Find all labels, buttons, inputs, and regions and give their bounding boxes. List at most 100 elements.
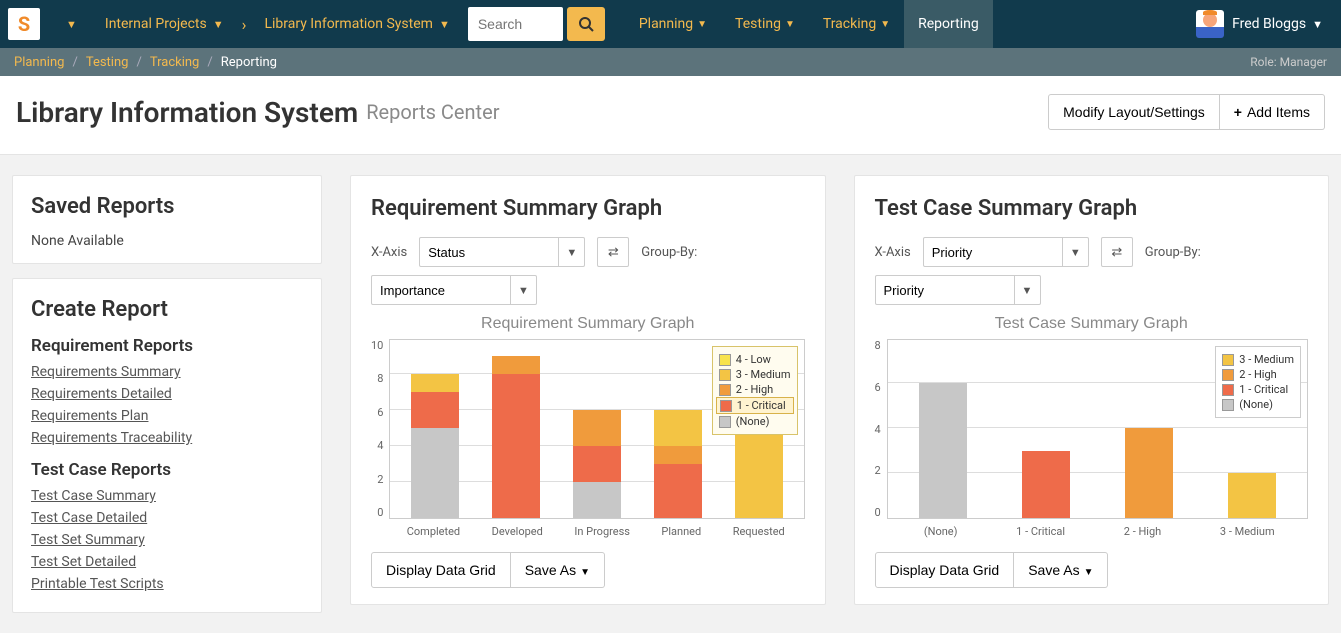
bar-segment — [1022, 451, 1070, 519]
display-data-grid-button[interactable]: Display Data Grid — [875, 552, 1015, 588]
bar-segment — [654, 464, 702, 518]
xtick: Developed — [492, 525, 543, 538]
display-data-grid-button[interactable]: Display Data Grid — [371, 552, 511, 588]
bar-segment — [654, 410, 702, 446]
breadcrumb-link[interactable]: Planning — [14, 55, 64, 70]
chart-panel-title: Test Case Summary Graph — [875, 196, 1309, 221]
modify-layout-button[interactable]: Modify Layout/Settings — [1048, 94, 1220, 130]
groupby-select[interactable] — [875, 275, 1015, 305]
xtick: In Progress — [574, 525, 630, 538]
app-logo[interactable]: S — [8, 8, 40, 40]
chart-title: Test Case Summary Graph — [875, 315, 1309, 333]
xtick: (None) — [924, 525, 958, 538]
bar-column — [492, 356, 540, 518]
chart-panel-title: Requirement Summary Graph — [371, 196, 805, 221]
ytick: 2 — [371, 473, 383, 486]
ytick: 6 — [371, 406, 383, 419]
ytick: 6 — [875, 381, 881, 394]
chart-panel: Test Case Summary GraphX-Axis▼⇄Group-By:… — [854, 175, 1330, 605]
search-icon — [578, 16, 594, 32]
bar-column — [411, 374, 459, 518]
swap-axis-button[interactable]: ⇄ — [597, 237, 629, 267]
report-link[interactable]: Test Case Summary — [31, 488, 303, 504]
bar-segment — [492, 374, 540, 518]
nav-reporting[interactable]: Reporting — [904, 0, 993, 48]
chevron-down-icon[interactable]: ▼ — [559, 237, 585, 267]
bar-segment — [573, 446, 621, 482]
ytick: 2 — [875, 464, 881, 477]
report-section-heading: Requirement Reports — [31, 336, 303, 356]
search-button[interactable] — [567, 7, 605, 41]
report-link[interactable]: Test Case Detailed — [31, 510, 303, 526]
report-link[interactable]: Requirements Traceability — [31, 430, 303, 446]
xtick: Completed — [407, 525, 460, 538]
chart-panel: Requirement Summary Graph X-Axis ▼ ⇄ Group-B… — [350, 175, 826, 605]
top-navbar: S ▼ Internal Projects▼ › Library Informa… — [0, 0, 1341, 48]
groupby-select[interactable] — [371, 275, 511, 305]
xaxis-label: X-Axis — [875, 245, 911, 260]
swap-axis-button[interactable]: ⇄ — [1101, 237, 1133, 267]
ytick: 0 — [875, 506, 881, 519]
bar-segment — [573, 482, 621, 518]
xtick: 3 - Medium — [1220, 525, 1275, 538]
breadcrumb-link[interactable]: Tracking — [150, 55, 200, 70]
report-link[interactable]: Printable Test Scripts — [31, 576, 303, 592]
chart-plot: 4 - Low3 - Medium2 - High1 - Critical(No… — [389, 339, 804, 519]
bar-column — [654, 410, 702, 518]
project-switcher[interactable]: Library Information System▼ — [250, 0, 463, 48]
saved-reports-title: Saved Reports — [31, 194, 303, 219]
report-link[interactable]: Requirements Summary — [31, 364, 303, 380]
avatar — [1196, 10, 1224, 38]
save-as-button[interactable]: Save As▼ — [511, 552, 605, 588]
breadcrumb-link[interactable]: Testing — [86, 55, 129, 70]
user-menu[interactable]: Fred Bloggs▼ — [1196, 10, 1333, 38]
report-link[interactable]: Requirements Detailed — [31, 386, 303, 402]
bar-column — [573, 410, 621, 518]
bar-column — [919, 383, 967, 518]
add-items-button[interactable]: +Add Items — [1220, 94, 1325, 130]
xaxis-label: X-Axis — [371, 245, 407, 260]
report-link[interactable]: Test Set Summary — [31, 532, 303, 548]
breadcrumb-arrow-icon: › — [238, 15, 251, 34]
save-as-button[interactable]: Save As▼ — [1014, 552, 1108, 588]
bar-segment — [1125, 428, 1173, 518]
nav-tracking[interactable]: Tracking▼ — [809, 0, 904, 48]
chart-plot: 3 - Medium2 - High1 - Critical(None) — [887, 339, 1308, 519]
report-section-heading: Test Case Reports — [31, 460, 303, 480]
nav-testing[interactable]: Testing▼ — [721, 0, 809, 48]
create-report-title: Create Report — [31, 297, 303, 322]
ytick: 4 — [875, 423, 881, 436]
chevron-down-icon[interactable]: ▼ — [511, 275, 537, 305]
bar-segment — [492, 356, 540, 374]
workspace-switcher[interactable]: Internal Projects▼ — [91, 0, 238, 48]
search-input[interactable] — [468, 7, 563, 41]
xtick: Planned — [661, 525, 701, 538]
ytick: 10 — [371, 339, 383, 352]
role-label: Role: Manager — [1250, 55, 1327, 69]
ytick: 8 — [875, 339, 881, 352]
page-header: Library Information System Reports Cente… — [0, 76, 1341, 155]
chart-title: Requirement Summary Graph — [371, 315, 805, 333]
bar-column — [1125, 428, 1173, 518]
logo-menu[interactable]: ▼ — [46, 0, 91, 48]
bar-segment — [919, 383, 967, 518]
groupby-label: Group-By: — [641, 245, 697, 260]
bar-segment — [411, 428, 459, 518]
xtick: Requested — [733, 525, 785, 538]
chart-legend: 4 - Low3 - Medium2 - High1 - Critical(No… — [712, 346, 798, 435]
breadcrumb-bar: Planning/Testing/Tracking/ Reporting Rol… — [0, 48, 1341, 76]
report-link[interactable]: Requirements Plan — [31, 408, 303, 424]
page-title: Library Information System — [16, 96, 358, 129]
saved-reports-panel: Saved Reports None Available — [12, 175, 322, 264]
bar-segment — [1228, 473, 1276, 518]
bar-segment — [573, 410, 621, 446]
bar-segment — [411, 392, 459, 428]
ytick: 4 — [371, 439, 383, 452]
nav-planning[interactable]: Planning▼ — [625, 0, 721, 48]
xaxis-select[interactable] — [419, 237, 559, 267]
xtick: 2 - High — [1124, 525, 1161, 538]
xaxis-select[interactable] — [923, 237, 1063, 267]
report-link[interactable]: Test Set Detailed — [31, 554, 303, 570]
chevron-down-icon[interactable]: ▼ — [1063, 237, 1089, 267]
chevron-down-icon[interactable]: ▼ — [1015, 275, 1041, 305]
